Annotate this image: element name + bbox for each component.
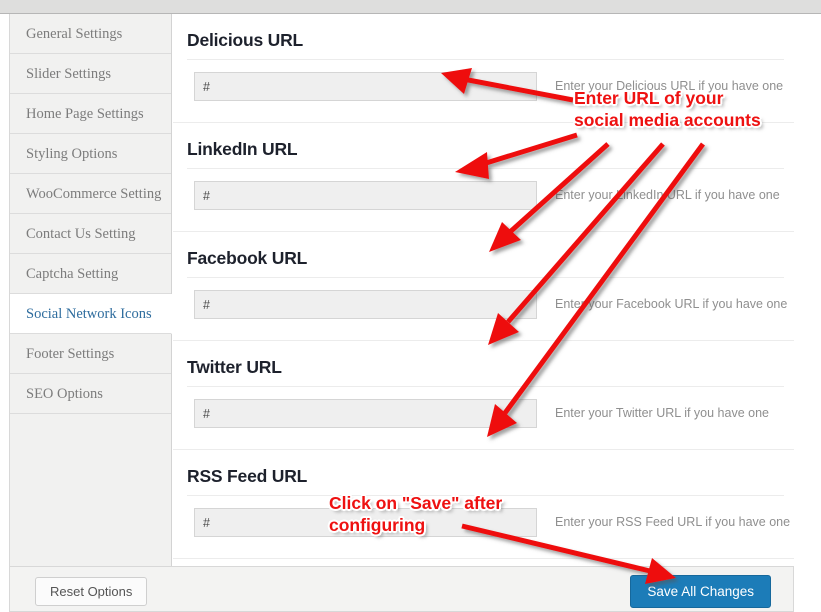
sidebar-item-label: Styling Options: [26, 146, 118, 162]
annotation-save-text: Click on "Save" after configuring: [329, 493, 502, 536]
sidebar-item-label: Social Network Icons: [26, 306, 152, 322]
sidebar-item-label: General Settings: [26, 26, 123, 42]
facebook-url-input[interactable]: [194, 290, 537, 319]
sidebar-item-slider-settings[interactable]: Slider Settings: [10, 54, 171, 94]
linkedin-url-input[interactable]: [194, 181, 537, 210]
delicious-url-input[interactable]: [194, 72, 537, 101]
settings-sidebar: General Settings Slider Settings Home Pa…: [10, 14, 172, 580]
sidebar-item-styling-options[interactable]: Styling Options: [10, 134, 171, 174]
sidebar-item-captcha-setting[interactable]: Captcha Setting: [10, 254, 171, 294]
options-page: General Settings Slider Settings Home Pa…: [0, 0, 821, 612]
sidebar-item-label: Home Page Settings: [26, 106, 144, 122]
settings-footer: Reset Options Save All Changes: [9, 566, 794, 612]
annotation-save-line1: Click on "Save" after: [329, 493, 503, 513]
sidebar-item-general-settings[interactable]: General Settings: [10, 14, 171, 54]
field-title-rss-feed-url: RSS Feed URL: [187, 466, 308, 486]
annotation-social-line1: Enter URL of your: [574, 88, 724, 108]
sidebar-item-label: WooCommerce Setting: [26, 186, 162, 202]
sidebar-item-label: Contact Us Setting: [26, 226, 136, 242]
help-text-linkedin-url: Enter your LinkedIn URL if you have one: [555, 188, 780, 202]
annotation-social-media-text: Enter URL of your social media accounts: [574, 88, 761, 131]
field-body: Enter your Twitter URL if you have one: [187, 387, 794, 449]
sidebar-item-contact-us-setting[interactable]: Contact Us Setting: [10, 214, 171, 254]
help-text-twitter-url: Enter your Twitter URL if you have one: [555, 406, 769, 420]
annotation-save-line2: configuring: [329, 514, 426, 535]
sidebar-item-label: Footer Settings: [26, 346, 115, 362]
save-all-changes-button[interactable]: Save All Changes: [630, 575, 771, 608]
sidebar-item-label: Captcha Setting: [26, 266, 119, 282]
sidebar-item-footer-settings[interactable]: Footer Settings: [10, 334, 171, 374]
sidebar-item-woocommerce-setting[interactable]: WooCommerce Setting: [10, 174, 171, 214]
reset-options-button[interactable]: Reset Options: [35, 577, 148, 606]
field-row-facebook-url: Facebook URL Enter your Facebook URL if …: [173, 232, 794, 341]
field-row-twitter-url: Twitter URL Enter your Twitter URL if yo…: [173, 341, 794, 450]
field-title-twitter-url: Twitter URL: [187, 357, 282, 377]
sidebar-item-social-network-icons[interactable]: Social Network Icons: [10, 294, 172, 334]
field-body: Enter your Facebook URL if you have one: [187, 278, 794, 340]
annotation-social-line2: social media accounts: [574, 109, 761, 130]
sidebar-item-label: Slider Settings: [26, 66, 111, 82]
twitter-url-input[interactable]: [194, 399, 537, 428]
field-title-facebook-url: Facebook URL: [187, 248, 308, 268]
help-text-rss-feed-url: Enter your RSS Feed URL if you have one: [555, 515, 791, 529]
field-row-linkedin-url: LinkedIn URL Enter your LinkedIn URL if …: [173, 123, 794, 232]
field-body: Enter your LinkedIn URL if you have one: [187, 169, 794, 231]
sidebar-filler: [10, 414, 171, 580]
sidebar-item-label: SEO Options: [26, 386, 103, 402]
sidebar-item-seo-options[interactable]: SEO Options: [10, 374, 171, 414]
sidebar-item-home-page-settings[interactable]: Home Page Settings: [10, 94, 171, 134]
top-bar: [0, 0, 821, 14]
help-text-facebook-url: Enter your Facebook URL if you have one: [555, 297, 788, 311]
field-title-delicious-url: Delicious URL: [187, 30, 304, 50]
